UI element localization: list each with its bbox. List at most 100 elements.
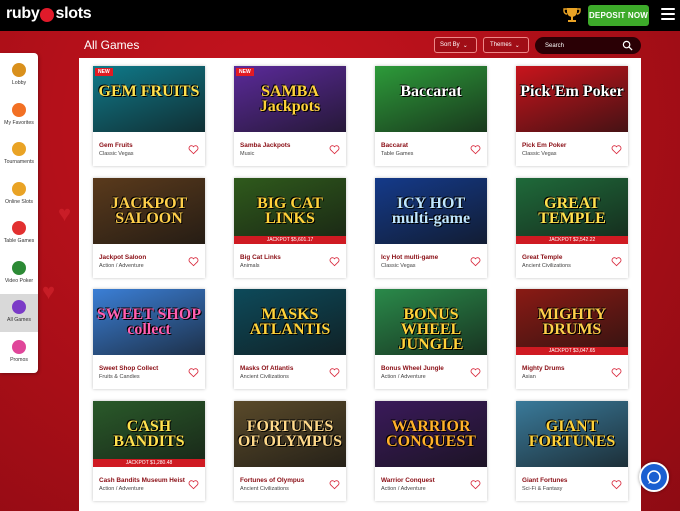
game-category: Fruits & Candies <box>99 374 140 380</box>
game-thumbnail[interactable]: SAMBA Jackpots NEW <box>234 66 346 132</box>
game-thumbnail-title: MIGHTY DRUMS <box>537 306 607 338</box>
game-thumbnail[interactable]: GREAT TEMPLE JACKPOT $2,542.22 <box>516 178 628 244</box>
game-card[interactable]: GEM FRUITS NEW Gem Fruits Classic Vegas <box>93 66 205 166</box>
game-thumbnail[interactable]: MASKS ATLANTIS <box>234 289 346 355</box>
favorite-heart-icon[interactable] <box>611 256 622 267</box>
themes-label: Themes <box>490 42 512 48</box>
sidebar-item-label: All Games <box>7 317 31 323</box>
game-name[interactable]: Great Temple <box>522 254 562 261</box>
game-card[interactable]: SAMBA Jackpots NEW Samba Jackpots Music <box>234 66 346 166</box>
cards-icon <box>12 260 26 275</box>
sidebar-item-tournaments[interactable]: Tournaments <box>0 136 38 174</box>
deposit-button[interactable]: DEPOSIT NOW <box>588 5 649 26</box>
game-thumbnail[interactable]: FORTUNES OF OLYMPUS <box>234 401 346 467</box>
game-thumbnail[interactable]: ICY HOT multi-game <box>375 178 487 244</box>
game-thumbnail-title: CASH BANDITS <box>113 418 185 450</box>
search-icon[interactable] <box>622 40 633 51</box>
game-card[interactable]: Pick'Em Poker Pick Em Poker Classic Vegas <box>516 66 628 166</box>
search-input[interactable]: Search <box>535 37 641 54</box>
sidebar-item-my-favorites[interactable]: My Favorites <box>0 97 38 135</box>
game-thumbnail[interactable]: GIANT FORTUNES <box>516 401 628 467</box>
game-name[interactable]: Icy Hot multi-game <box>381 254 438 261</box>
favorite-heart-icon[interactable] <box>470 479 481 490</box>
game-name[interactable]: Pick Em Poker <box>522 142 566 149</box>
game-name[interactable]: Baccarat <box>381 142 408 149</box>
favorite-heart-icon[interactable] <box>188 367 199 378</box>
sidebar-item-video-poker[interactable]: Video Poker <box>0 255 38 293</box>
game-category: Sci-Fi & Fantasy <box>522 486 563 492</box>
jackpot-banner: JACKPOT $5,601.17 <box>234 236 346 244</box>
game-card[interactable]: WARRIOR CONQUEST Warrior Conquest Action /… <box>375 401 487 501</box>
game-category: Classic Vegas <box>381 263 416 269</box>
game-card[interactable]: GIANT FORTUNES Giant Fortunes Sci-Fi & Fan… <box>516 401 628 501</box>
favorite-heart-icon[interactable] <box>329 144 340 155</box>
jackpot-banner: JACKPOT $3,047.65 <box>516 347 628 355</box>
game-category: Action / Adventure <box>99 486 144 492</box>
game-card[interactable]: JACKPOT SALOON Jackpot Saloon Action / Adv… <box>93 178 205 278</box>
game-thumbnail-title: Baccarat <box>400 83 462 100</box>
game-card[interactable]: BONUS WHEEL JUNGLE Bonus Wheel Jungle Acti… <box>375 289 487 389</box>
game-thumbnail[interactable]: JACKPOT SALOON <box>93 178 205 244</box>
game-category: Ancient Civilizations <box>522 263 571 269</box>
favorite-heart-icon[interactable] <box>470 144 481 155</box>
sidebar-item-label: My Favorites <box>4 119 34 126</box>
trophy-icon[interactable] <box>562 5 582 25</box>
game-card[interactable]: FORTUNES OF OLYMPUS Fortunes of Olympus An… <box>234 401 346 501</box>
sidebar-item-online-slots[interactable]: Online Slots <box>0 176 38 214</box>
favorite-heart-icon[interactable] <box>329 479 340 490</box>
game-thumbnail-title: FORTUNES OF OLYMPUS <box>237 418 343 450</box>
game-thumbnail[interactable]: Baccarat <box>375 66 487 132</box>
game-thumbnail[interactable]: BIG CAT LINKS JACKPOT $5,601.17 <box>234 178 346 244</box>
game-card[interactable]: ICY HOT multi-game Icy Hot multi-game Clas… <box>375 178 487 278</box>
game-thumbnail[interactable]: Pick'Em Poker <box>516 66 628 132</box>
game-name[interactable]: Jackpot Saloon <box>99 254 146 261</box>
game-card[interactable]: Baccarat Baccarat Table Games <box>375 66 487 166</box>
game-card[interactable]: MIGHTY DRUMS JACKPOT $3,047.65 Mighty Drum… <box>516 289 628 389</box>
sidebar-item-label: Table Games <box>3 238 35 244</box>
game-name[interactable]: Big Cat Links <box>240 254 281 261</box>
game-thumbnail[interactable]: GEM FRUITS NEW <box>93 66 205 132</box>
game-thumbnail[interactable]: BONUS WHEEL JUNGLE <box>375 289 487 355</box>
game-name[interactable]: Bonus Wheel Jungle <box>381 365 444 372</box>
game-thumbnail[interactable]: CASH BANDITS JACKPOT $1,280.48 <box>93 401 205 467</box>
sort-by-dropdown[interactable]: Sort By ⌄ <box>434 37 477 53</box>
game-name[interactable]: Fortunes of Olympus <box>240 477 304 484</box>
game-name[interactable]: Mighty Drums <box>522 365 565 372</box>
favorite-heart-icon[interactable] <box>188 479 199 490</box>
game-thumbnail[interactable]: MIGHTY DRUMS JACKPOT $3,047.65 <box>516 289 628 355</box>
favorite-heart-icon[interactable] <box>470 256 481 267</box>
game-card[interactable]: SWEET SHOP collect Sweet Shop Collect Frui… <box>93 289 205 389</box>
favorite-heart-icon[interactable] <box>611 479 622 490</box>
menu-icon[interactable] <box>661 8 675 20</box>
game-name[interactable]: Gem Fruits <box>99 142 133 149</box>
game-card[interactable]: GREAT TEMPLE JACKPOT $2,542.22 Great Templ… <box>516 178 628 278</box>
game-name[interactable]: Masks Of Atlantis <box>240 365 293 372</box>
sidebar-item-table-games[interactable]: Table Games <box>0 215 38 253</box>
game-card[interactable]: CASH BANDITS JACKPOT $1,280.48 Cash Bandit… <box>93 401 205 501</box>
favorite-heart-icon[interactable] <box>188 256 199 267</box>
game-name[interactable]: Cash Bandits Museum Heist <box>99 477 185 484</box>
sidebar-item-lobby[interactable]: Lobby <box>0 57 38 95</box>
chat-button[interactable] <box>639 462 669 492</box>
game-thumbnail-title: JACKPOT SALOON <box>110 195 188 227</box>
sidebar-item-promos[interactable]: Promos <box>0 334 38 372</box>
favorite-heart-icon[interactable] <box>470 367 481 378</box>
themes-dropdown[interactable]: Themes ⌄ <box>483 37 529 53</box>
game-thumbnail-title: SAMBA Jackpots <box>259 83 321 115</box>
game-thumbnail[interactable]: SWEET SHOP collect <box>93 289 205 355</box>
game-name[interactable]: Samba Jackpots <box>240 142 290 149</box>
favorite-heart-icon[interactable] <box>329 256 340 267</box>
favorite-heart-icon[interactable] <box>188 144 199 155</box>
game-name[interactable]: Warrior Conquest <box>381 477 435 484</box>
sidebar-item-all-games[interactable]: All Games <box>0 294 38 332</box>
new-badge: NEW <box>95 68 113 76</box>
game-card[interactable]: MASKS ATLANTIS Masks Of Atlantis Ancient C… <box>234 289 346 389</box>
favorite-heart-icon[interactable] <box>611 144 622 155</box>
game-thumbnail[interactable]: WARRIOR CONQUEST <box>375 401 487 467</box>
game-name[interactable]: Giant Fortunes <box>522 477 567 484</box>
favorite-heart-icon[interactable] <box>329 367 340 378</box>
game-card[interactable]: BIG CAT LINKS JACKPOT $5,601.17 Big Cat Li… <box>234 178 346 278</box>
brand-logo[interactable]: ruby slots <box>6 5 92 23</box>
game-name[interactable]: Sweet Shop Collect <box>99 365 158 372</box>
favorite-heart-icon[interactable] <box>611 367 622 378</box>
